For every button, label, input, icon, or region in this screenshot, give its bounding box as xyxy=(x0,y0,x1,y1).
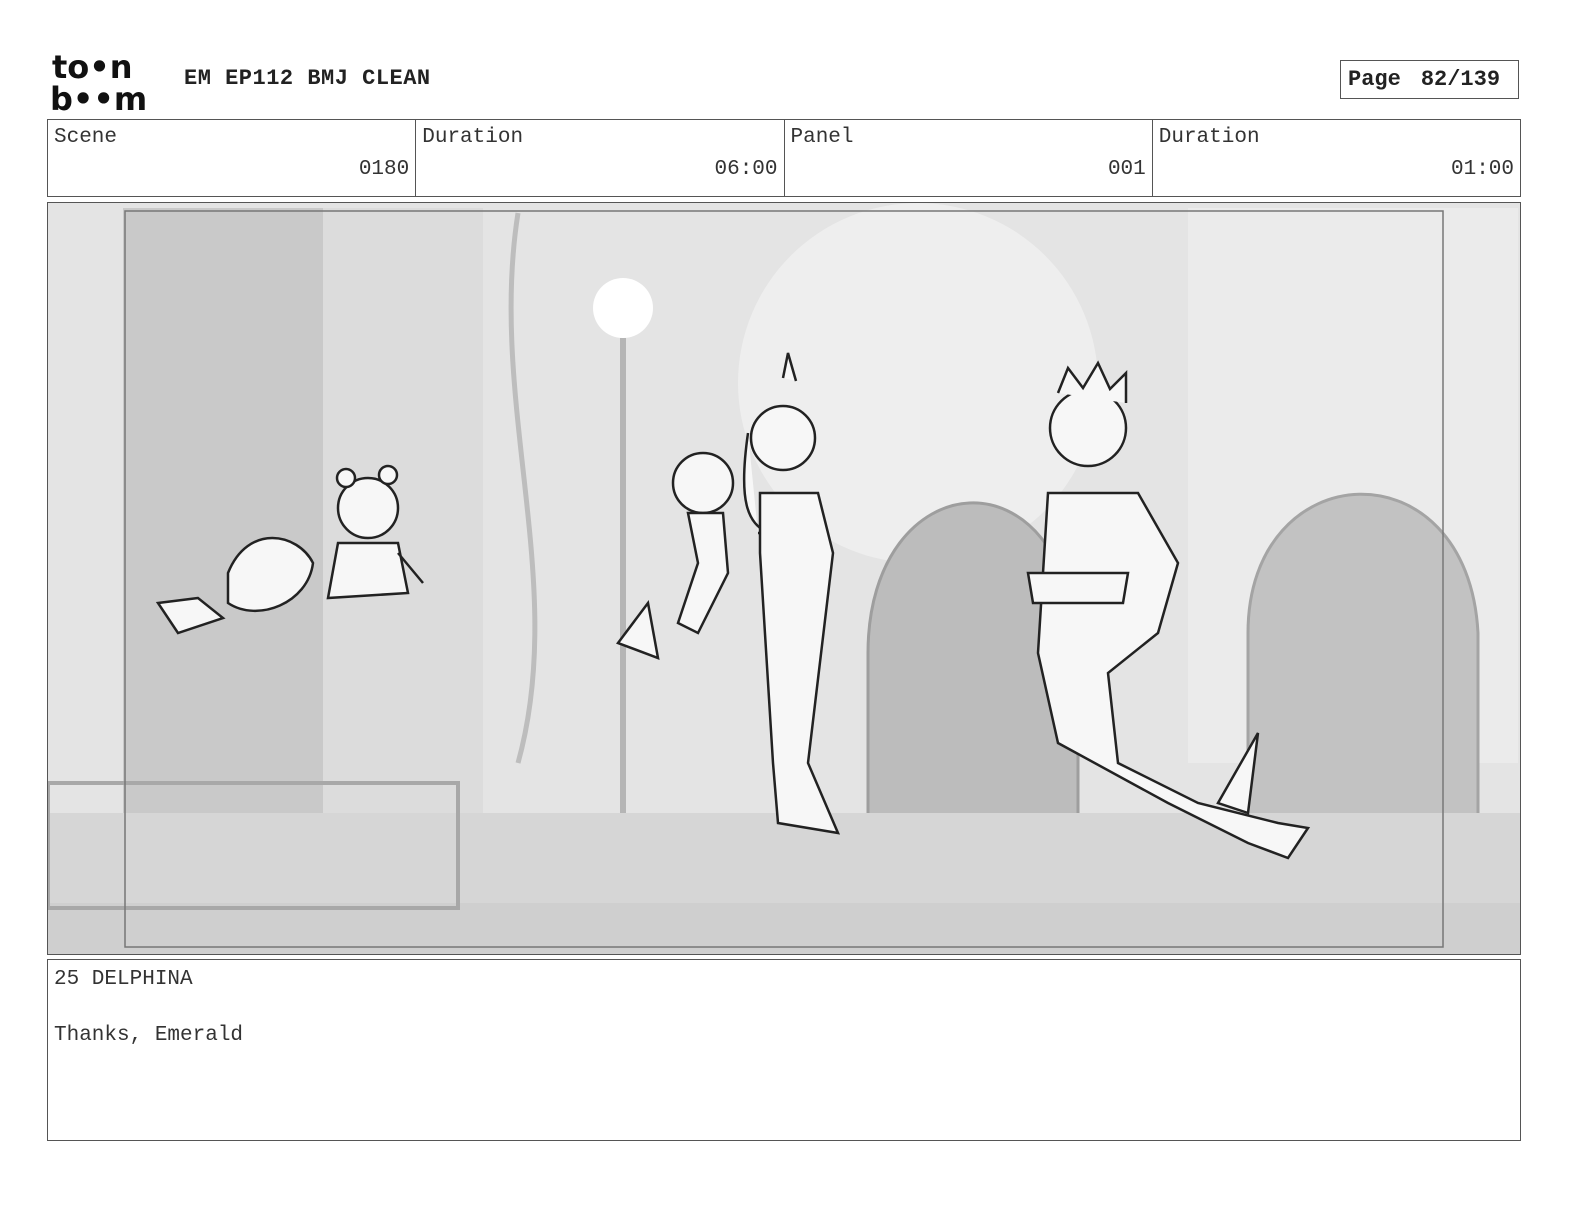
dialogue-text-line: Thanks, Emerald xyxy=(54,1024,244,1047)
panel-cell: Panel 001 xyxy=(785,120,1153,196)
scene-info-row: Scene 0180 Duration 06:00 Panel 001 Dura… xyxy=(47,119,1521,197)
toonboom-logo: to•n b••m xyxy=(50,48,162,118)
dialogue-blank-line xyxy=(54,994,1514,1022)
panel-duration-label: Duration xyxy=(1158,126,1260,149)
scene-value: 0180 xyxy=(358,158,410,181)
panel-label: Panel xyxy=(790,126,854,149)
scene-duration-value: 06:00 xyxy=(714,158,778,181)
logo-bottom-text: b••m xyxy=(50,80,147,112)
scene-duration-label: Duration xyxy=(422,126,524,149)
lamp-glow xyxy=(593,278,653,338)
page-number: 82/139 xyxy=(1420,67,1501,92)
storyboard-panel-image xyxy=(47,202,1521,955)
scene-label: Scene xyxy=(54,126,118,149)
page-label: Page xyxy=(1348,67,1401,92)
dialogue-character-line: 25 DELPHINA xyxy=(54,968,193,991)
document-title: EM EP112 BMJ CLEAN xyxy=(184,66,431,91)
panel-duration-value: 01:00 xyxy=(1450,158,1514,181)
scene-duration-cell: Duration 06:00 xyxy=(416,120,785,196)
dialogue-notes: 25 DELPHINA Thanks, Emerald xyxy=(47,959,1521,1141)
scene-cell: Scene 0180 xyxy=(48,120,417,196)
panel-value: 001 xyxy=(1107,158,1146,181)
panel-duration-cell: Duration 01:00 xyxy=(1153,120,1520,196)
page-indicator: Page 82/139 xyxy=(1340,60,1519,99)
